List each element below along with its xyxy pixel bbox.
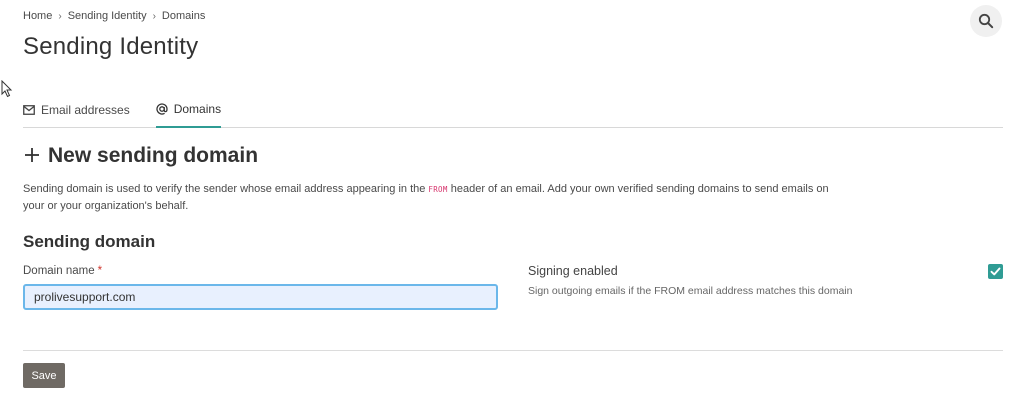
- breadcrumb-separator: ›: [58, 10, 62, 22]
- signing-enabled-label: Signing enabled: [528, 264, 618, 278]
- from-header-code: FROM: [428, 185, 448, 194]
- domain-name-label-text: Domain name: [23, 265, 95, 277]
- mouse-cursor-icon: [1, 80, 13, 98]
- domain-name-input[interactable]: [23, 284, 498, 310]
- tab-bar: Email addresses Domains: [23, 98, 1003, 128]
- envelope-icon: [23, 104, 35, 115]
- plus-icon: [24, 144, 40, 168]
- breadcrumb-sending-identity[interactable]: Sending Identity: [68, 10, 147, 22]
- page-title: Sending Identity: [23, 33, 199, 60]
- required-marker: *: [97, 265, 103, 277]
- signing-enabled-checkbox[interactable]: [988, 264, 1003, 279]
- section-title: Sending domain: [23, 232, 156, 251]
- domain-name-label: Domain name *: [23, 265, 102, 277]
- tab-label: Domains: [173, 102, 222, 116]
- description-text-before: Sending domain is used to verify the sen…: [23, 183, 429, 195]
- new-domain-heading: New sending domain: [24, 144, 258, 168]
- search-button[interactable]: [970, 5, 1002, 37]
- breadcrumb-home[interactable]: Home: [23, 10, 52, 22]
- breadcrumb: Home › Sending Identity › Domains: [23, 10, 205, 22]
- tab-domains[interactable]: Domains: [155, 98, 222, 128]
- signing-enabled-help: Sign outgoing emails if the FROM email a…: [528, 285, 853, 297]
- checkmark-icon: [990, 267, 1001, 276]
- save-button[interactable]: Save: [23, 363, 65, 388]
- at-sign-icon: [156, 103, 168, 115]
- breadcrumb-separator: ›: [152, 10, 156, 22]
- tab-email-addresses[interactable]: Email addresses: [23, 98, 130, 127]
- form-description: Sending domain is used to verify the sen…: [23, 181, 843, 215]
- breadcrumb-current: Domains: [161, 10, 206, 22]
- search-icon: [978, 13, 994, 29]
- tab-label: Email addresses: [41, 102, 130, 117]
- new-domain-heading-text: New sending domain: [48, 144, 259, 167]
- form-divider: [23, 350, 1003, 351]
